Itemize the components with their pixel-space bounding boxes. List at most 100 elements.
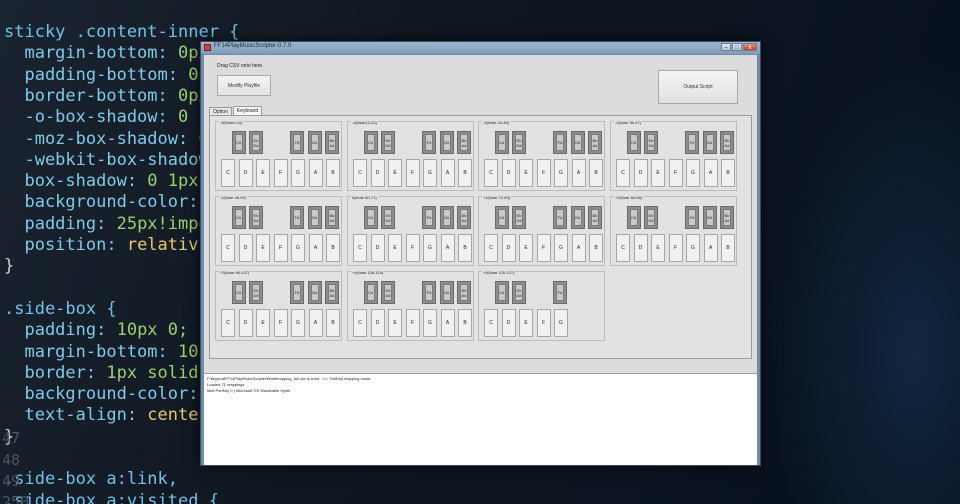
sharp-key[interactable]: F# bbox=[685, 131, 699, 154]
sharp-key[interactable]: C# bbox=[363, 131, 378, 154]
sharp-key[interactable]: G# bbox=[702, 206, 717, 229]
sharp-key[interactable]: G# bbox=[570, 131, 585, 154]
natural-key[interactable]: E bbox=[651, 234, 665, 262]
natural-key[interactable]: E bbox=[388, 159, 402, 187]
sharp-key[interactable]: G# bbox=[307, 131, 322, 154]
natural-key[interactable]: E bbox=[519, 159, 533, 187]
natural-key[interactable]: G bbox=[554, 309, 568, 337]
sharp-key[interactable]: C# bbox=[363, 206, 378, 229]
output-script-button[interactable]: Output Script bbox=[658, 70, 738, 104]
natural-key[interactable]: A bbox=[308, 234, 323, 262]
natural-key[interactable]: F bbox=[536, 159, 551, 187]
sharp-key[interactable]: Bb A# bbox=[720, 131, 734, 154]
natural-key[interactable]: F bbox=[405, 234, 420, 262]
natural-key[interactable]: D bbox=[633, 234, 648, 262]
natural-key[interactable]: A bbox=[440, 309, 455, 337]
sharp-key[interactable]: G# bbox=[307, 281, 322, 304]
natural-key[interactable]: D bbox=[238, 309, 253, 337]
maximize-button[interactable]: □ bbox=[732, 43, 742, 51]
sharp-key[interactable]: G# bbox=[439, 281, 454, 304]
natural-key[interactable]: C bbox=[484, 159, 498, 187]
sharp-key[interactable]: F# bbox=[553, 206, 567, 229]
sharp-key[interactable]: G# bbox=[439, 206, 454, 229]
natural-key[interactable]: F bbox=[405, 159, 420, 187]
natural-key[interactable]: B bbox=[458, 234, 472, 262]
natural-key[interactable]: B bbox=[589, 159, 603, 187]
natural-key[interactable]: F bbox=[668, 234, 683, 262]
natural-key[interactable]: B bbox=[326, 234, 340, 262]
sharp-key[interactable]: Eb D# bbox=[249, 131, 263, 154]
natural-key[interactable]: E bbox=[651, 159, 665, 187]
natural-key[interactable]: G bbox=[686, 234, 700, 262]
natural-key[interactable]: A bbox=[703, 159, 718, 187]
natural-key[interactable]: C bbox=[221, 309, 235, 337]
sharp-key[interactable]: C# bbox=[626, 206, 641, 229]
natural-key[interactable]: C bbox=[353, 234, 367, 262]
sharp-key[interactable]: C# bbox=[494, 206, 509, 229]
sharp-key[interactable]: F# bbox=[290, 206, 304, 229]
natural-key[interactable]: D bbox=[370, 159, 385, 187]
natural-key[interactable]: D bbox=[633, 159, 648, 187]
natural-key[interactable]: F bbox=[536, 309, 551, 337]
title-bar[interactable]: FF14PlayMusicScripter-0.7.0 – □ x bbox=[201, 42, 760, 54]
natural-key[interactable]: G bbox=[554, 234, 568, 262]
tab-option[interactable]: Option bbox=[209, 107, 232, 115]
natural-key[interactable]: F bbox=[405, 309, 420, 337]
sharp-key[interactable]: F# bbox=[553, 281, 567, 304]
natural-key[interactable]: E bbox=[388, 234, 402, 262]
natural-key[interactable]: F bbox=[668, 159, 683, 187]
sharp-key[interactable]: F# bbox=[685, 206, 699, 229]
natural-key[interactable]: G bbox=[291, 309, 305, 337]
sharp-key[interactable]: C# bbox=[231, 206, 246, 229]
sharp-key[interactable]: Bb A# bbox=[325, 131, 339, 154]
sharp-key[interactable]: C# bbox=[626, 131, 641, 154]
natural-key[interactable]: C bbox=[484, 234, 498, 262]
sharp-key[interactable]: Eb D# bbox=[381, 281, 395, 304]
sharp-key[interactable]: Bb A# bbox=[588, 206, 602, 229]
tab-keyboard[interactable]: Keyboard bbox=[232, 106, 263, 115]
natural-key[interactable]: E bbox=[256, 159, 270, 187]
sharp-key[interactable]: Bb A# bbox=[457, 281, 471, 304]
sharp-key[interactable]: G# bbox=[439, 131, 454, 154]
natural-key[interactable]: A bbox=[703, 234, 718, 262]
natural-key[interactable]: C bbox=[616, 159, 630, 187]
natural-key[interactable]: D bbox=[238, 234, 253, 262]
close-button[interactable]: x bbox=[743, 43, 757, 51]
natural-key[interactable]: B bbox=[721, 159, 735, 187]
sharp-key[interactable]: C# bbox=[363, 281, 378, 304]
natural-key[interactable]: E bbox=[256, 234, 270, 262]
minimize-button[interactable]: – bbox=[721, 43, 731, 51]
sharp-key[interactable]: G# bbox=[307, 206, 322, 229]
sharp-key[interactable]: F# bbox=[422, 131, 436, 154]
natural-key[interactable]: C bbox=[484, 309, 498, 337]
natural-key[interactable]: D bbox=[370, 309, 385, 337]
sharp-key[interactable]: C# bbox=[231, 281, 246, 304]
modify-playfile-button[interactable]: Modify Playfile bbox=[217, 75, 271, 96]
natural-key[interactable]: E bbox=[256, 309, 270, 337]
natural-key[interactable]: D bbox=[238, 159, 253, 187]
natural-key[interactable]: D bbox=[501, 159, 516, 187]
natural-key[interactable]: B bbox=[326, 159, 340, 187]
natural-key[interactable]: E bbox=[388, 309, 402, 337]
sharp-key[interactable]: Eb D# bbox=[512, 131, 526, 154]
sharp-key[interactable]: C# bbox=[231, 131, 246, 154]
sharp-key[interactable]: Eb D# bbox=[644, 206, 658, 229]
natural-key[interactable]: G bbox=[291, 234, 305, 262]
sharp-key[interactable]: F# bbox=[553, 131, 567, 154]
natural-key[interactable]: G bbox=[686, 159, 700, 187]
natural-key[interactable]: E bbox=[519, 234, 533, 262]
natural-key[interactable]: G bbox=[423, 309, 437, 337]
natural-key[interactable]: D bbox=[370, 234, 385, 262]
natural-key[interactable]: B bbox=[458, 309, 472, 337]
natural-key[interactable]: C bbox=[616, 234, 630, 262]
sharp-key[interactable]: Bb A# bbox=[457, 131, 471, 154]
sharp-key[interactable]: Eb D# bbox=[249, 281, 263, 304]
natural-key[interactable]: D bbox=[501, 234, 516, 262]
sharp-key[interactable]: Bb A# bbox=[457, 206, 471, 229]
sharp-key[interactable]: F# bbox=[290, 131, 304, 154]
log-output[interactable]: F:¥eypro¥FF14PlayMusicScripter¥bin¥mappi… bbox=[204, 373, 757, 465]
natural-key[interactable]: F bbox=[273, 234, 288, 262]
natural-key[interactable]: A bbox=[440, 159, 455, 187]
natural-key[interactable]: A bbox=[571, 234, 586, 262]
natural-key[interactable]: D bbox=[501, 309, 516, 337]
